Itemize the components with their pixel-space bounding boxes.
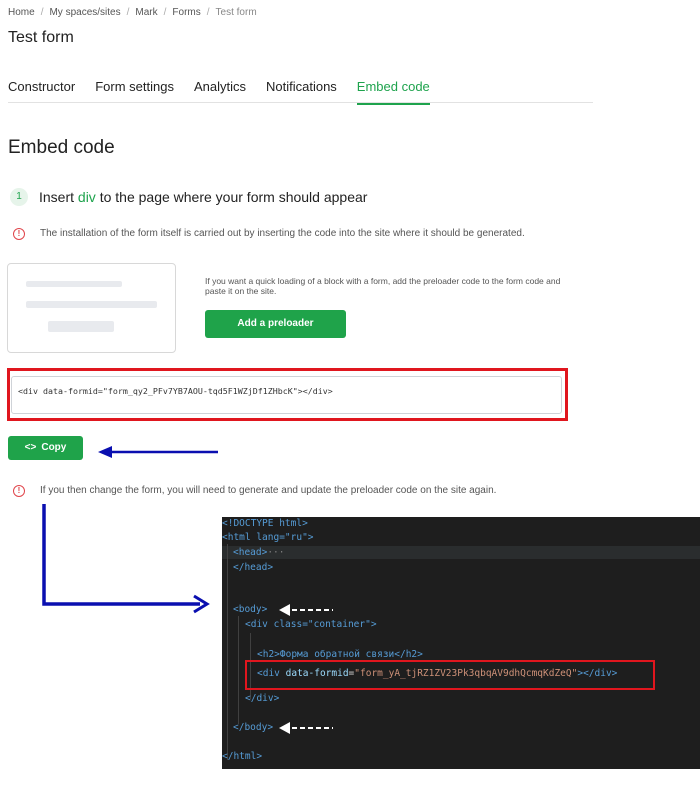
white-arrow-body-close — [279, 722, 333, 734]
blue-arrow-to-copy — [98, 446, 218, 458]
annotation-overlay — [42, 446, 333, 734]
blue-arrow-to-editor — [42, 504, 210, 614]
white-arrow-body-open — [279, 604, 333, 616]
